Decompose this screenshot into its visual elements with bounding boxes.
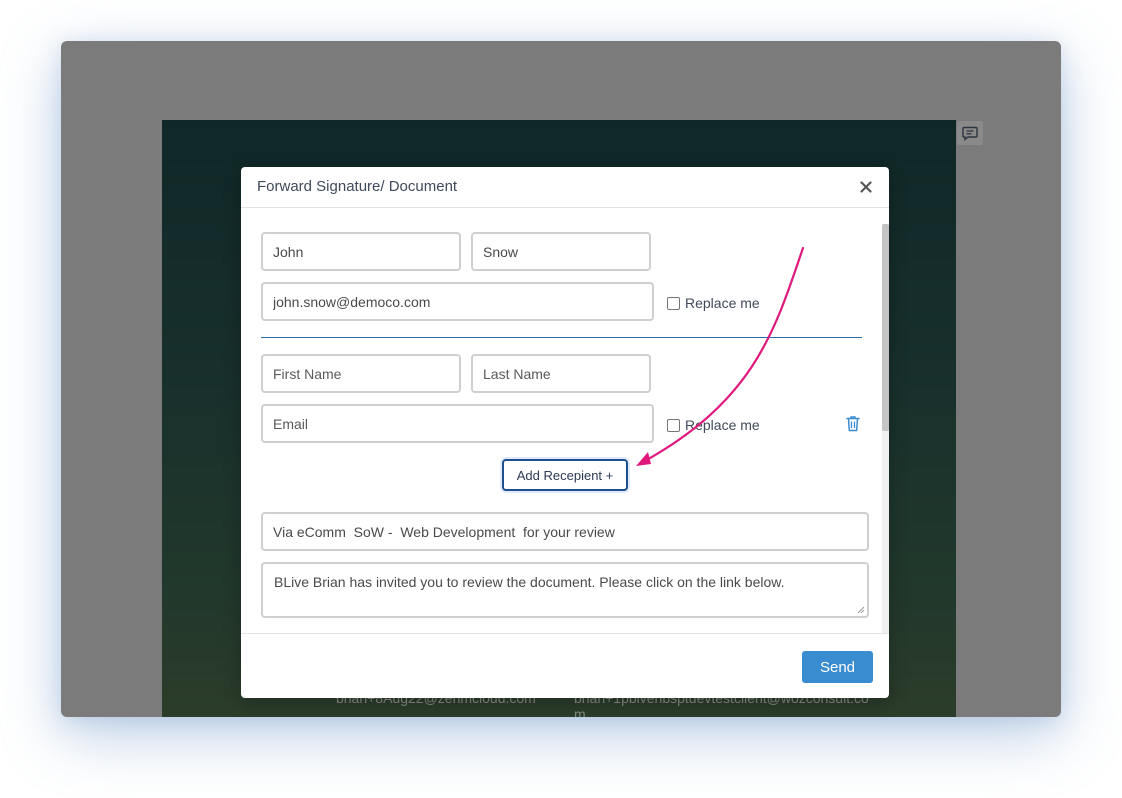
recipient-2-replace-checkbox[interactable]	[667, 418, 680, 432]
comment-button[interactable]	[957, 121, 983, 145]
close-icon	[860, 181, 872, 193]
recipient-1-first-name-input[interactable]	[261, 232, 461, 271]
recipient-2-first-name-input[interactable]	[261, 354, 461, 393]
recipient-1-replace-label: Replace me	[685, 295, 760, 311]
recipient-2-last-name-input[interactable]	[471, 354, 651, 393]
modal-body: Replace me Replace me Add Recepient + BL…	[241, 208, 889, 633]
trash-icon	[846, 415, 860, 431]
modal-title: Forward Signature/ Document	[257, 178, 458, 195]
add-recipient-button[interactable]: Add Recepient +	[502, 459, 628, 491]
recipient-2-replace-me[interactable]: Replace me	[667, 417, 760, 433]
subject-input[interactable]	[261, 512, 869, 551]
send-button[interactable]: Send	[802, 651, 873, 683]
forward-document-modal: Forward Signature/ Document Replace me R…	[241, 167, 889, 698]
recipient-2-replace-label: Replace me	[685, 417, 760, 433]
modal-footer: Send	[241, 633, 889, 698]
close-button[interactable]	[857, 178, 875, 196]
resize-grip-icon[interactable]	[857, 606, 865, 614]
message-textarea[interactable]: BLive Brian has invited you to review th…	[261, 562, 869, 618]
recipient-1-replace-me[interactable]: Replace me	[667, 295, 760, 311]
recipient-1-last-name-input[interactable]	[471, 232, 651, 271]
comment-icon	[962, 126, 978, 141]
recipient-divider	[261, 337, 862, 338]
recipient-2-email-input[interactable]	[261, 404, 654, 443]
recipient-1-email-input[interactable]	[261, 282, 654, 321]
recipient-1-replace-checkbox[interactable]	[667, 296, 680, 310]
message-text: BLive Brian has invited you to review th…	[274, 574, 785, 590]
modal-header: Forward Signature/ Document	[241, 167, 889, 208]
scrollbar-thumb[interactable]	[882, 224, 889, 431]
background-email-right-wrap: m	[574, 706, 586, 717]
delete-recipient-button[interactable]	[844, 413, 862, 433]
